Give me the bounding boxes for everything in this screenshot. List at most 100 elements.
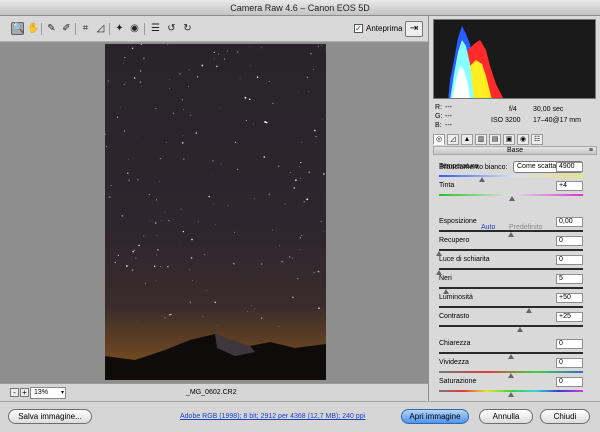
zoom-select[interactable]: 13% ▾ — [30, 387, 66, 399]
luce-schiarita-input[interactable]: 0 — [556, 255, 583, 265]
star — [169, 78, 171, 80]
crop-icon[interactable]: ⌗ — [79, 22, 92, 35]
star — [140, 44, 143, 45]
saturazione-slider-thumb[interactable] — [508, 392, 514, 397]
star — [248, 98, 251, 101]
star — [183, 109, 185, 111]
tinta-input[interactable]: +4 — [556, 181, 583, 191]
star — [159, 157, 162, 160]
red-eye-icon[interactable]: ◉ — [128, 22, 141, 35]
star — [237, 51, 239, 53]
chiarezza-input[interactable]: 0 — [556, 339, 583, 349]
star — [105, 145, 108, 148]
g-label: G: — [435, 113, 443, 120]
star — [299, 177, 301, 179]
star — [164, 317, 166, 319]
tone-curve-tab-icon[interactable]: ◿ — [447, 134, 459, 145]
hsl-tab-icon[interactable]: ▥ — [475, 134, 487, 145]
presets-tab-icon[interactable]: ☷ — [531, 134, 543, 145]
straighten-icon[interactable]: ◿ — [94, 22, 107, 35]
recupero-input[interactable]: 0 — [556, 236, 583, 246]
vividezza-slider-thumb[interactable] — [508, 373, 514, 378]
hand-icon[interactable]: ✋ — [26, 22, 39, 35]
tinta-slider-thumb[interactable] — [509, 196, 516, 201]
toolbar: 🔍 ✋ ✎ ✐ ⌗ ◿ ✦ ◉ ☰ ↺ ↻ — [0, 16, 428, 42]
star — [297, 91, 299, 92]
saturazione-input[interactable]: 0 — [556, 377, 583, 387]
zoom-icon[interactable]: 🔍 — [11, 22, 24, 35]
lens-tab-icon[interactable]: ▣ — [503, 134, 515, 145]
neri-input[interactable]: 5 — [556, 274, 583, 284]
chiarezza-slider-thumb[interactable] — [508, 354, 514, 359]
status-bar: - + 13% ▾ _MG_0602.CR2 — [0, 383, 428, 401]
star — [292, 296, 294, 299]
neri-label: Neri — [439, 275, 452, 282]
vividezza-label: Vividezza — [439, 359, 469, 366]
workflow-options-link[interactable]: Adobe RGB (1998); 8 bit; 2912 per 4368 (… — [180, 413, 365, 420]
done-button[interactable]: Chiudi — [540, 409, 590, 424]
contrasto-label: Contrasto — [439, 313, 470, 320]
star — [234, 141, 237, 143]
star — [126, 265, 128, 267]
star — [153, 265, 156, 268]
vividezza-input[interactable]: 0 — [556, 358, 583, 368]
fullscreen-button[interactable]: ⇥ — [405, 21, 423, 37]
star — [182, 230, 185, 233]
neri-slider[interactable] — [439, 287, 583, 289]
window-title: Camera Raw 4.6 – Canon EOS 5D — [0, 0, 600, 16]
rotate-right-icon[interactable]: ↻ — [181, 22, 194, 35]
temperatura-slider[interactable] — [439, 175, 583, 177]
star — [260, 263, 263, 265]
luce-schiarita-slider[interactable] — [439, 268, 583, 270]
color-sampler-icon[interactable]: ✐ — [60, 22, 73, 35]
star — [123, 130, 126, 132]
panel-menu-icon[interactable]: ≡ — [589, 147, 593, 154]
luminosita-input[interactable]: +50 — [556, 293, 583, 303]
star — [154, 222, 157, 224]
contrasto-slider-thumb[interactable] — [517, 327, 523, 332]
star — [213, 51, 215, 54]
star — [133, 249, 136, 251]
open-image-button[interactable]: Apri immagine — [401, 409, 469, 424]
star — [300, 161, 302, 164]
recupero-slider[interactable] — [439, 249, 583, 251]
basic-tab-icon[interactable]: ◎ — [433, 134, 445, 145]
star — [264, 121, 267, 123]
esposizione-input[interactable]: 0,00 — [556, 217, 583, 227]
camera-calibration-tab-icon[interactable]: ◉ — [517, 134, 529, 145]
contrasto-input[interactable]: +25 — [556, 312, 583, 322]
white-balance-icon[interactable]: ✎ — [45, 22, 58, 35]
star — [289, 171, 291, 174]
luminosita-slider-thumb[interactable] — [526, 308, 532, 313]
temperatura-slider-thumb[interactable] — [479, 177, 486, 182]
cancel-button[interactable]: Annulla — [479, 409, 533, 424]
toolbar-separator — [75, 23, 76, 35]
detail-tab-icon[interactable]: ▲ — [461, 134, 473, 145]
image-canvas[interactable] — [0, 42, 428, 383]
save-image-button[interactable]: Salva immagine... — [8, 409, 92, 424]
split-toning-tab-icon[interactable]: ▤ — [489, 134, 501, 145]
star — [213, 58, 215, 60]
zoom-out-button[interactable]: - — [10, 388, 19, 397]
zoom-in-button[interactable]: + — [20, 388, 29, 397]
star — [172, 112, 174, 114]
star — [189, 269, 191, 270]
star — [179, 73, 181, 75]
retouch-icon[interactable]: ✦ — [113, 22, 126, 35]
rotate-left-icon[interactable]: ↺ — [165, 22, 178, 35]
star — [181, 99, 183, 101]
contrasto-slider[interactable] — [439, 325, 583, 327]
temperatura-input[interactable]: 4900 — [556, 162, 583, 172]
esposizione-slider-thumb[interactable] — [508, 232, 514, 237]
star — [179, 242, 181, 243]
star — [181, 141, 184, 144]
star — [157, 249, 159, 251]
histogram-graph — [448, 26, 503, 98]
preview-checkbox[interactable]: ✓ — [354, 24, 363, 33]
star — [160, 266, 161, 268]
preferences-icon[interactable]: ☰ — [149, 22, 162, 35]
star — [320, 220, 322, 222]
luminosita-slider[interactable] — [439, 306, 583, 308]
tinta-label: Tinta — [439, 182, 455, 189]
star — [128, 179, 130, 181]
